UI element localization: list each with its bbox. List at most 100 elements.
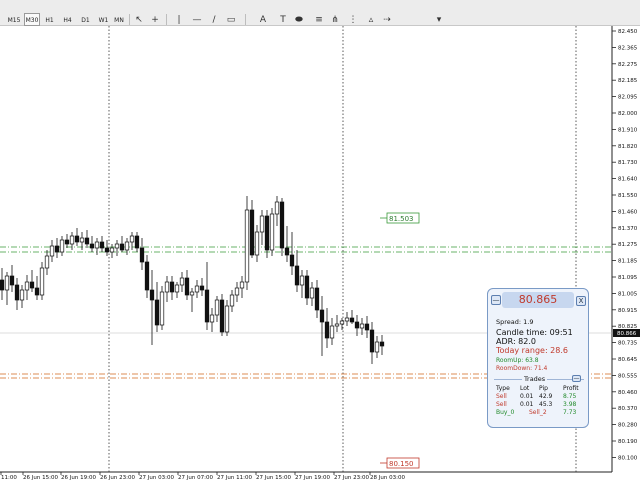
price-label: 82.185 xyxy=(618,78,638,84)
triangle-icon[interactable]: ▵ xyxy=(364,14,378,26)
candle-body xyxy=(189,291,195,296)
price-label: 81.820 xyxy=(618,144,638,150)
candle-body xyxy=(249,209,255,256)
label-icon[interactable]: T xyxy=(276,14,290,26)
cycle-lines-icon[interactable]: ⋮ xyxy=(346,14,360,26)
time-label: 27 Jun 23:00 xyxy=(334,475,369,480)
timeframe-h1-button[interactable]: H1 xyxy=(42,13,57,26)
timeframe-w1-button[interactable]: W1 xyxy=(96,13,111,26)
candle-body xyxy=(239,281,245,289)
candle-body xyxy=(234,287,240,296)
row-pip: 45.3 xyxy=(539,401,553,408)
candle-body xyxy=(354,321,360,329)
price-label: 82.095 xyxy=(618,95,638,101)
time-label: 27 Jun 19:00 xyxy=(295,475,330,480)
price-label: 81.370 xyxy=(618,226,638,232)
trading-info-panel: — 80.865 X Spread: 1.9 Candle time: 09:5… xyxy=(487,288,589,428)
candle-body xyxy=(379,341,385,347)
arrow-icon[interactable]: ⇢ xyxy=(380,14,394,26)
fibonacci-icon[interactable]: ≡ xyxy=(312,14,326,26)
candle-body xyxy=(174,284,180,293)
minimize-trades-button[interactable]: — xyxy=(572,375,581,382)
candle-body xyxy=(264,215,270,251)
candle-body xyxy=(349,317,355,323)
candle-body xyxy=(69,235,75,245)
room-down-text: RoomDown: 71.4 xyxy=(496,365,548,372)
candle-body xyxy=(314,287,320,311)
timeframe-mn-button[interactable]: MN xyxy=(112,13,126,26)
row-lot: 0.01 xyxy=(520,401,534,408)
time-label: 27 Jun 11:00 xyxy=(217,475,252,480)
toolbar-separator xyxy=(129,14,130,25)
price-label: 81.460 xyxy=(618,209,638,215)
price-label: 80.100 xyxy=(618,455,638,461)
header-lot: Lot xyxy=(520,385,530,392)
candle-body xyxy=(294,265,300,286)
candle-body xyxy=(199,285,205,291)
candle-body xyxy=(184,277,190,296)
timeframe-m15-button[interactable]: M15 xyxy=(6,13,22,26)
candle-body xyxy=(94,241,100,249)
candle-body xyxy=(19,289,25,301)
candle-body xyxy=(49,245,55,257)
current-price-label: 80.866 xyxy=(617,331,637,337)
more-tools-icon[interactable]: ▾ xyxy=(432,14,446,26)
row-lot: 0.01 xyxy=(520,393,534,400)
candle-body xyxy=(244,209,250,283)
timeframe-m30-button[interactable]: M30 xyxy=(24,13,40,26)
minimize-panel-button[interactable]: — xyxy=(491,295,501,305)
candle-body xyxy=(159,291,165,326)
buy-count: Buy_0 xyxy=(496,409,515,416)
row-profit: 8.75 xyxy=(563,393,577,400)
price-label: 82.000 xyxy=(618,111,638,117)
row-type: Sell xyxy=(496,393,507,400)
candle-body xyxy=(309,287,315,299)
time-label: 11:00 xyxy=(1,475,17,480)
pitchfork-icon[interactable]: ⋔ xyxy=(328,14,342,26)
candle-body xyxy=(259,215,265,233)
price-label: 80.555 xyxy=(618,373,638,379)
candle-body xyxy=(59,239,65,253)
price-label: 82.450 xyxy=(618,29,638,35)
time-label: 27 Jun 15:00 xyxy=(256,475,291,480)
candle-body xyxy=(209,314,215,323)
candle-body xyxy=(344,317,350,322)
adr-text: ADR: 82.0 xyxy=(496,337,536,346)
candle-body xyxy=(369,329,375,353)
candle-body xyxy=(109,247,115,253)
candle-body xyxy=(99,241,105,249)
candle-body xyxy=(114,243,120,249)
candle-body xyxy=(29,281,35,289)
candle-body xyxy=(339,320,345,325)
candle-body xyxy=(139,247,145,263)
ellipse-icon[interactable]: ⬬ xyxy=(292,14,306,26)
candle-body xyxy=(14,284,20,301)
time-label: 26 Jun 23:00 xyxy=(100,475,135,480)
candle-body xyxy=(4,275,10,291)
candle-body xyxy=(79,237,85,243)
candle-body xyxy=(374,341,380,353)
crosshair-icon[interactable]: + xyxy=(148,14,162,26)
cursor-icon[interactable]: ↖ xyxy=(132,14,146,26)
candle-body xyxy=(64,239,70,245)
timeframe-d1-button[interactable]: D1 xyxy=(78,13,93,26)
candle-body xyxy=(269,213,275,251)
trendline-icon[interactable]: / xyxy=(207,14,221,26)
timeframe-h4-button[interactable]: H4 xyxy=(60,13,75,26)
price-label: 81.005 xyxy=(618,291,638,297)
candle-body xyxy=(169,281,175,293)
row-pip: 42.9 xyxy=(539,393,553,400)
text-icon[interactable]: A xyxy=(256,14,270,26)
room-up-text: RoomUp: 63.8 xyxy=(496,357,539,364)
candle-body xyxy=(274,201,280,215)
candle-body xyxy=(299,275,305,286)
candle-body xyxy=(9,275,15,286)
candle-body xyxy=(364,323,370,331)
candle-body xyxy=(144,261,150,291)
channel-icon[interactable]: ▭ xyxy=(224,14,238,26)
vertical-line-icon[interactable]: | xyxy=(172,14,186,26)
horizontal-line-icon[interactable]: — xyxy=(190,14,204,26)
time-label: 26 Jun 19:00 xyxy=(61,475,96,480)
candle-body xyxy=(154,299,160,326)
close-panel-button[interactable]: X xyxy=(576,296,586,306)
